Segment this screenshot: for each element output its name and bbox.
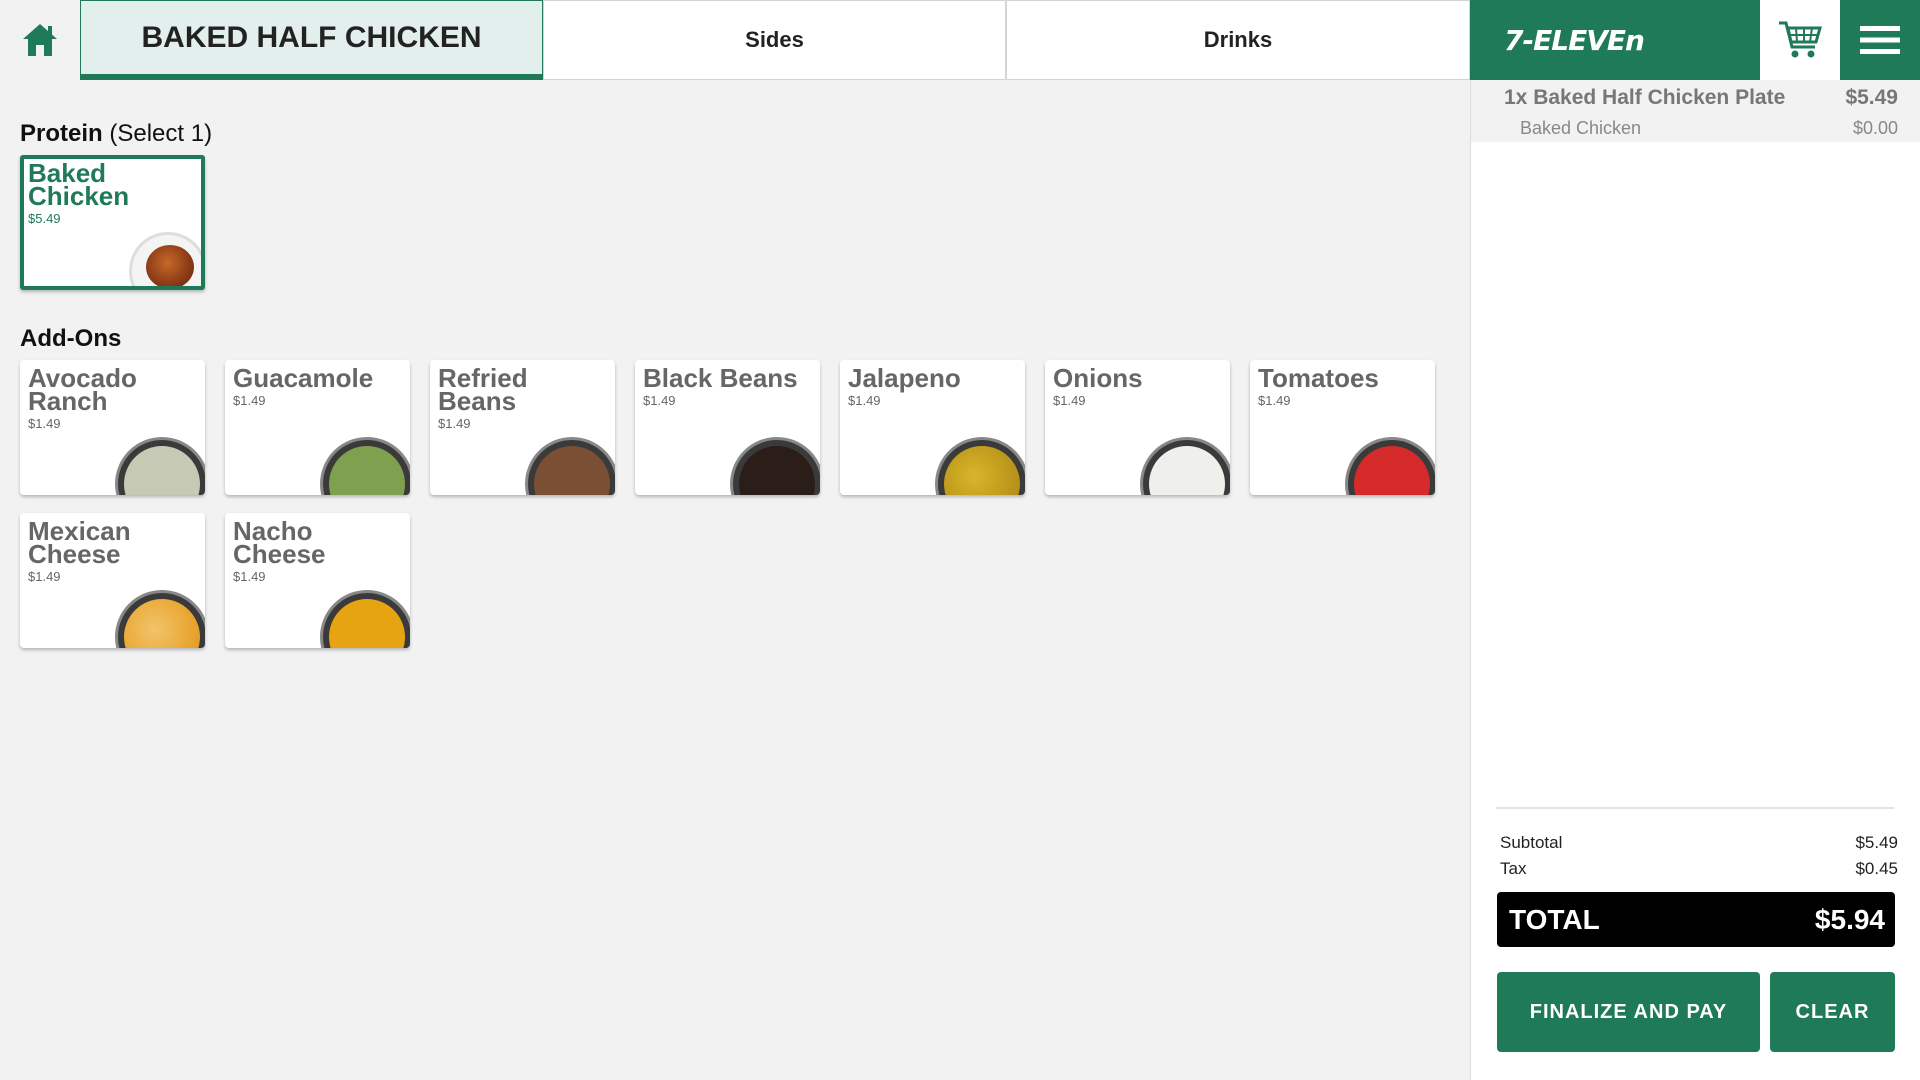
card-name: Mexican Cheese xyxy=(28,516,131,569)
card-name: Black Beans xyxy=(643,363,798,393)
guacamole-image xyxy=(320,437,410,495)
addon-card-tomatoes[interactable]: Tomatoes $1.49 xyxy=(1250,360,1435,495)
refried-beans-image xyxy=(525,437,615,495)
card-price: $1.49 xyxy=(28,416,61,431)
addons-title: Add-Ons xyxy=(20,325,122,352)
card-label: Black Beans $1.49 xyxy=(643,365,814,409)
order-panel: 1x Baked Half Chicken Plate $5.49 Baked … xyxy=(1470,80,1920,1080)
card-label: Mexican Cheese $1.49 xyxy=(28,518,199,585)
top-bar: BAKED HALF CHICKEN Sides Drinks 7-ELEVEn xyxy=(0,0,1920,80)
card-name: Onions xyxy=(1053,363,1143,393)
card-name: Nacho Cheese xyxy=(233,516,326,569)
jalapeno-image xyxy=(935,437,1025,495)
addon-card-onions[interactable]: Onions $1.49 xyxy=(1045,360,1230,495)
line-item-price: $5.49 xyxy=(1845,86,1898,109)
mexican-cheese-image xyxy=(115,590,205,648)
order-line-group[interactable]: 1x Baked Half Chicken Plate $5.49 Baked … xyxy=(1471,80,1920,142)
protein-card-baked-chicken[interactable]: Baked Chicken $5.49 xyxy=(20,155,205,290)
cart-button[interactable] xyxy=(1760,0,1840,80)
sub-item-price: $0.00 xyxy=(1852,118,1898,138)
card-label: Tomatoes $1.49 xyxy=(1258,365,1429,409)
protein-section-title: Protein (Select 1) xyxy=(20,120,212,148)
clear-button[interactable]: CLEAR xyxy=(1770,972,1895,1052)
addon-card-jalapeno[interactable]: Jalapeno $1.49 xyxy=(840,360,1025,495)
card-price: $1.49 xyxy=(233,569,266,584)
addon-card-black-beans[interactable]: Black Beans $1.49 xyxy=(635,360,820,495)
card-name: Jalapeno xyxy=(848,363,961,393)
tab-baked-half-chicken[interactable]: BAKED HALF CHICKEN xyxy=(80,0,543,80)
card-name: Refried Beans xyxy=(438,363,528,416)
card-label: Jalapeno $1.49 xyxy=(848,365,1019,409)
sub-item-name: Baked Chicken xyxy=(1520,118,1642,138)
addon-card-nacho-cheese[interactable]: Nacho Cheese $1.49 xyxy=(225,513,410,648)
card-label: Guacamole $1.49 xyxy=(233,365,404,409)
total-label: TOTAL xyxy=(1509,903,1600,935)
order-line-item: 1x Baked Half Chicken Plate $5.49 xyxy=(1504,86,1898,110)
black-beans-image xyxy=(730,437,820,495)
card-price: $1.49 xyxy=(233,393,266,408)
card-price: $1.49 xyxy=(438,416,471,431)
addon-card-mexican-cheese[interactable]: Mexican Cheese $1.49 xyxy=(20,513,205,648)
card-price: $1.49 xyxy=(848,393,881,408)
total-value: $5.94 xyxy=(1814,903,1885,935)
card-label: Nacho Cheese $1.49 xyxy=(233,518,404,585)
home-button[interactable] xyxy=(0,0,80,80)
tax-value: $0.45 xyxy=(1855,859,1898,878)
onions-image xyxy=(1140,437,1230,495)
card-name: Guacamole xyxy=(233,363,374,393)
card-name: Baked Chicken xyxy=(28,158,130,211)
nacho-cheese-image xyxy=(320,590,410,648)
tax-label: Tax xyxy=(1500,859,1527,878)
addon-card-avocado-ranch[interactable]: Avocado Ranch $1.49 xyxy=(20,360,205,495)
subtotal-label: Subtotal xyxy=(1500,833,1563,852)
total-bar: TOTAL $5.94 xyxy=(1497,892,1895,947)
avocado-ranch-image xyxy=(115,437,205,495)
protein-hint: (Select 1) xyxy=(109,120,213,147)
addon-card-guacamole[interactable]: Guacamole $1.49 xyxy=(225,360,410,495)
tab-drinks[interactable]: Drinks xyxy=(1006,0,1470,80)
brand-logo: 7-ELEVEn xyxy=(1470,0,1760,80)
addons-section-title: Add-Ons xyxy=(20,325,121,353)
summary-divider xyxy=(1496,807,1894,809)
subtotal-row: Subtotal $5.49 xyxy=(1500,833,1898,853)
card-price: $5.49 xyxy=(28,211,61,226)
tomatoes-image xyxy=(1345,437,1435,495)
tax-row: Tax $0.45 xyxy=(1500,859,1898,879)
line-item-name: 1x Baked Half Chicken Plate xyxy=(1504,86,1786,109)
card-label: Onions $1.49 xyxy=(1053,365,1224,409)
cart-icon xyxy=(1779,21,1822,58)
menu-button[interactable] xyxy=(1840,0,1920,80)
card-price: $1.49 xyxy=(1258,393,1291,408)
card-label: Baked Chicken $5.49 xyxy=(28,160,195,227)
protein-title: Protein xyxy=(20,120,103,147)
home-icon xyxy=(23,24,57,56)
card-price: $1.49 xyxy=(1053,393,1086,408)
card-label: Avocado Ranch $1.49 xyxy=(28,365,199,432)
order-sub-item: Baked Chicken $0.00 xyxy=(1520,118,1898,139)
card-name: Avocado Ranch xyxy=(28,363,137,416)
card-price: $1.49 xyxy=(643,393,676,408)
baked-chicken-image xyxy=(129,232,201,286)
finalize-and-pay-button[interactable]: FINALIZE AND PAY xyxy=(1497,972,1760,1052)
card-label: Refried Beans $1.49 xyxy=(438,365,609,432)
subtotal-value: $5.49 xyxy=(1855,833,1898,852)
addon-card-refried-beans[interactable]: Refried Beans $1.49 xyxy=(430,360,615,495)
hamburger-menu-icon xyxy=(1860,26,1900,54)
tab-sides[interactable]: Sides xyxy=(543,0,1006,80)
card-price: $1.49 xyxy=(28,569,61,584)
card-name: Tomatoes xyxy=(1258,363,1379,393)
